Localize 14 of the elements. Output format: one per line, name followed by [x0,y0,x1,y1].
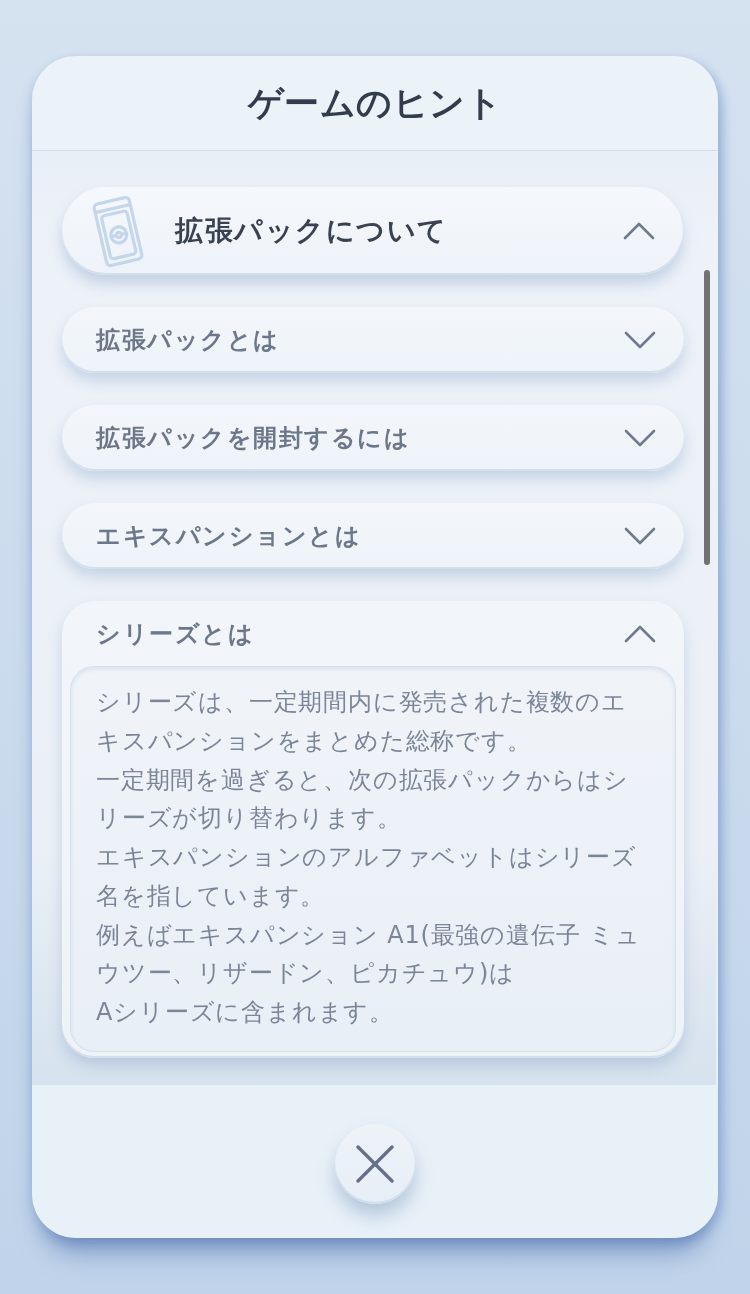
close-icon [356,1145,394,1183]
section-header[interactable]: 拡張パックについて [62,187,683,275]
accordion-header[interactable]: 拡張パックを開封するには [62,405,684,471]
dialog-title: ゲームのヒント [247,82,503,124]
close-button[interactable] [335,1124,415,1204]
hint-paragraph: Aシリーズに含まれます。 [96,997,396,1028]
accordion-header[interactable]: シリーズとは [70,601,676,666]
hint-paragraph: シリーズは、一定期間内に発売された複数のエキスパンションをまとめた総称です。 [96,687,628,757]
accordion-header[interactable]: エキスパンションとは [62,503,684,569]
hint-paragraph: 例えばエキスパンション A1(最強の遺伝子 ミュウツー、リザードン、ピカチュウ)は [96,919,642,990]
scrollbar-thumb[interactable] [704,270,710,565]
accordion-header[interactable]: 拡張パックとは [62,307,684,373]
hint-paragraph: 一定期間を過ぎると、次の拡張パックからはシリーズが切り替わります。 [96,764,630,835]
hint-paragraph: エキスパンションのアルファベットはシリーズ名を指しています。 [96,842,638,912]
